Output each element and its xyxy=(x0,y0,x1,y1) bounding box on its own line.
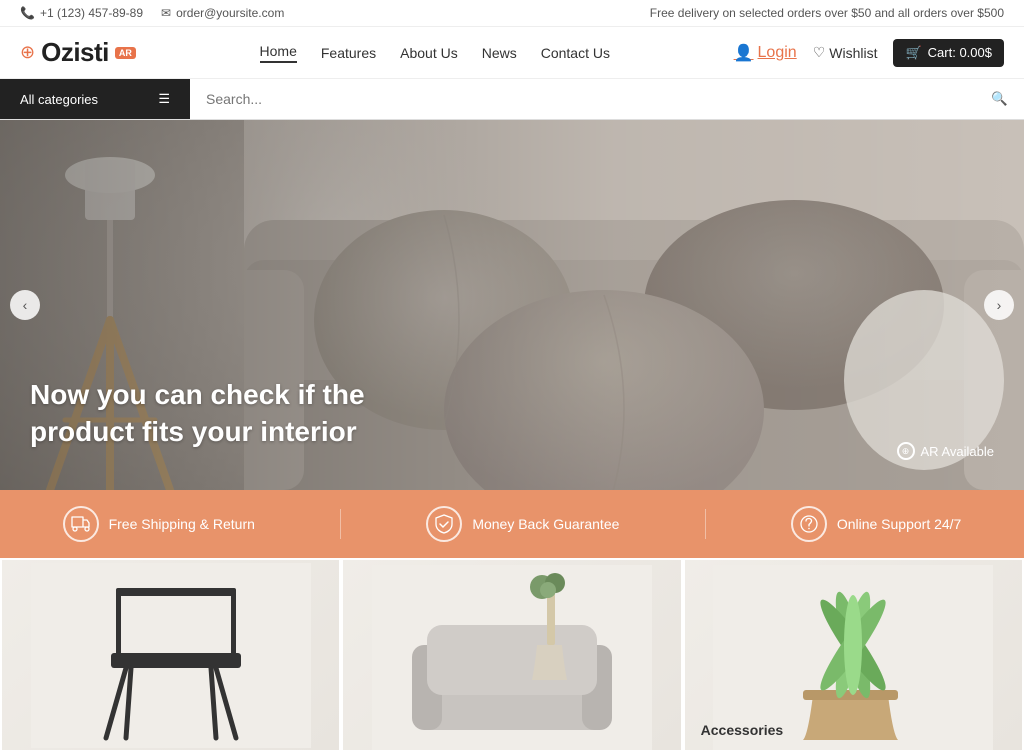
divider-1 xyxy=(340,509,341,539)
phone-icon: 📞 xyxy=(20,6,35,20)
logo-icon: ⊕ xyxy=(20,42,35,63)
feature-support: Online Support 24/7 xyxy=(791,506,962,542)
product-card-chair[interactable] xyxy=(2,560,339,750)
main-nav: Home Features About Us News Contact Us xyxy=(260,43,610,63)
ar-badge-label: AR Available xyxy=(921,444,994,459)
nav-actions: 👤 Login ♡ Wishlist 🛒 Cart: 0.00$ xyxy=(734,39,1004,67)
email-info: ✉ order@yoursite.com xyxy=(161,6,284,20)
product-grid: Accessories xyxy=(0,558,1024,752)
search-bar: All categories ☰ 🔍 xyxy=(0,79,1024,120)
phone-svg xyxy=(799,514,819,534)
search-input[interactable] xyxy=(206,91,959,107)
wishlist-button[interactable]: ♡ Wishlist xyxy=(813,44,878,61)
login-button[interactable]: 👤 Login xyxy=(734,43,797,63)
nav-home[interactable]: Home xyxy=(260,43,297,63)
logo-ar-badge: AR xyxy=(115,47,136,59)
support-label: Online Support 24/7 xyxy=(837,516,962,532)
nav-features[interactable]: Features xyxy=(321,45,376,61)
ar-icon: ⊕ xyxy=(897,442,915,460)
shield-icon xyxy=(426,506,462,542)
login-icon: 👤 xyxy=(734,43,754,63)
search-submit-button[interactable]: 🔍 xyxy=(975,79,1024,119)
accessories-label: Accessories xyxy=(701,722,784,738)
nav-contact[interactable]: Contact Us xyxy=(541,45,610,61)
chevron-left-icon: ‹ xyxy=(23,297,28,313)
wishlist-label: Wishlist xyxy=(829,45,877,61)
nav-news[interactable]: News xyxy=(482,45,517,61)
hero-next-button[interactable]: › xyxy=(984,290,1014,320)
promo-text: Free delivery on selected orders over $5… xyxy=(650,6,1004,20)
hero-title: Now you can check if the product fits yo… xyxy=(30,377,410,450)
top-bar-contacts: 📞 +1 (123) 457-89-89 ✉ order@yoursite.co… xyxy=(20,6,284,20)
hero-ar-badge: ⊕ AR Available xyxy=(897,442,994,460)
header: ⊕ Ozisti AR Home Features About Us News … xyxy=(0,27,1024,79)
moneyback-label: Money Back Guarantee xyxy=(472,516,619,532)
chair-illustration xyxy=(31,563,311,748)
categories-button[interactable]: All categories ☰ xyxy=(0,79,190,119)
product-card-accessories[interactable]: Accessories xyxy=(685,560,1022,750)
menu-icon: ☰ xyxy=(158,91,170,107)
phone-number: +1 (123) 457-89-89 xyxy=(40,6,143,20)
search-icon: 🔍 xyxy=(991,91,1008,106)
shield-svg xyxy=(435,514,453,534)
nav-about[interactable]: About Us xyxy=(400,45,458,61)
hero-content: Now you can check if the product fits yo… xyxy=(0,377,440,490)
product-card-sofa[interactable] xyxy=(343,560,680,750)
hero-prev-button[interactable]: ‹ xyxy=(10,290,40,320)
logo-text: Ozisti xyxy=(41,37,109,68)
categories-label: All categories xyxy=(20,92,98,107)
feature-moneyback: Money Back Guarantee xyxy=(426,506,619,542)
phone-info: 📞 +1 (123) 457-89-89 xyxy=(20,6,143,20)
logo[interactable]: ⊕ Ozisti AR xyxy=(20,37,136,68)
shipping-icon xyxy=(63,506,99,542)
cart-icon: 🛒 xyxy=(905,45,921,61)
email-icon: ✉ xyxy=(161,6,171,20)
shipping-label: Free Shipping & Return xyxy=(109,516,255,532)
search-input-wrap xyxy=(190,79,975,119)
heart-icon: ♡ xyxy=(813,44,826,61)
email-address: order@yoursite.com xyxy=(176,6,284,20)
features-bar: Free Shipping & Return Money Back Guaran… xyxy=(0,490,1024,558)
login-label: Login xyxy=(758,44,797,62)
feature-shipping: Free Shipping & Return xyxy=(63,506,255,542)
cart-label: Cart: 0.00$ xyxy=(928,45,992,60)
cart-button[interactable]: 🛒 Cart: 0.00$ xyxy=(893,39,1004,67)
divider-2 xyxy=(705,509,706,539)
chevron-right-icon: › xyxy=(997,297,1002,313)
hero-section: ‹ Now you can check if the product fits … xyxy=(0,120,1024,490)
support-icon xyxy=(791,506,827,542)
truck-svg xyxy=(71,516,91,532)
top-bar: 📞 +1 (123) 457-89-89 ✉ order@yoursite.co… xyxy=(0,0,1024,27)
sofa-illustration xyxy=(372,565,652,750)
